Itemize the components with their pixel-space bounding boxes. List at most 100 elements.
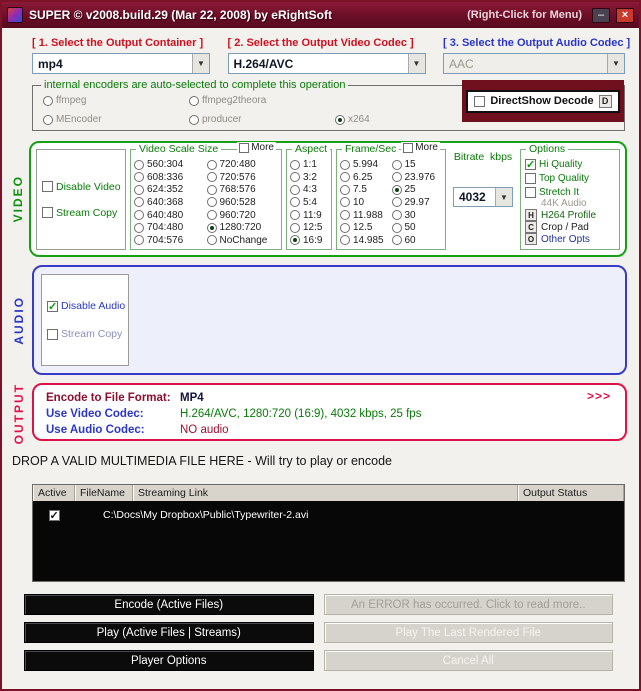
other-opts-key[interactable]: O <box>525 233 537 245</box>
chevron-down-icon[interactable]: ▼ <box>407 54 425 73</box>
encode-button[interactable]: Encode (Active Files) <box>24 594 314 616</box>
output-audio-codec-row: Use Audio Codec: NO audio <box>34 422 625 438</box>
chevron-down-icon[interactable]: ▼ <box>192 54 209 73</box>
aspect-option-11-9[interactable]: 11:9 <box>290 210 329 221</box>
title-bar[interactable]: SUPER © v2008.build.29 (Mar 22, 2008) by… <box>2 2 639 28</box>
file-list[interactable]: C:\Docs\My Dropbox\Public\Typewriter-2.a… <box>33 501 624 582</box>
output-more-arrow[interactable]: >>> <box>587 389 611 403</box>
file-row[interactable]: C:\Docs\My Dropbox\Public\Typewriter-2.a… <box>33 506 624 524</box>
quality-option-hi-quality[interactable]: Hi Quality <box>525 158 616 171</box>
option-label: 23.976 <box>404 171 436 183</box>
container-selector-label: [ 1. Select the Output Container ] <box>32 37 204 49</box>
aspect-option-4-3[interactable]: 4:3 <box>290 184 329 195</box>
cancel-all-button[interactable]: Cancel All <box>323 650 613 672</box>
container-select[interactable]: mp4 ▼ <box>32 53 210 74</box>
fps-option-10[interactable]: 10 <box>340 197 392 208</box>
scale-option-720-576[interactable]: 720:576 <box>206 172 280 183</box>
fps-option-50[interactable]: 50 <box>391 222 444 233</box>
encoder-option-x264[interactable]: x264 <box>335 114 370 125</box>
encoder-option-producer[interactable]: producer <box>189 114 335 125</box>
video-options-legend: Options <box>526 143 569 155</box>
fps-option-15[interactable]: 15 <box>391 159 444 170</box>
scale-option-720-480[interactable]: 720:480 <box>206 159 280 170</box>
header-output-status[interactable]: Output Status <box>518 485 624 502</box>
quality-option-stretch-it[interactable]: Stretch It <box>525 187 616 198</box>
minimize-button[interactable]: – <box>592 7 610 23</box>
video-codec-select[interactable]: H.264/AVC ▼ <box>227 53 426 74</box>
close-button[interactable]: × <box>616 7 634 23</box>
aspect-option-3-2[interactable]: 3:2 <box>290 172 329 183</box>
scale-option-640-480[interactable]: 640:480 <box>134 210 207 221</box>
fps-option-29.97[interactable]: 29.97 <box>391 197 444 208</box>
option-label: ffmpeg <box>56 95 87 106</box>
aspect-legend: Aspect <box>292 143 331 155</box>
encoder-column-3: x264 <box>335 95 370 125</box>
encoder-option-ffmpeg2theora[interactable]: ffmpeg2theora <box>189 95 335 106</box>
fps-option-12.5[interactable]: 12.5 <box>340 222 392 233</box>
crop-pad-button[interactable]: C Crop / Pad <box>525 221 616 233</box>
play-button[interactable]: Play (Active Files | Streams) <box>24 622 314 644</box>
file-active-checkbox[interactable] <box>48 509 60 522</box>
checkbox-indicator <box>403 142 414 153</box>
aspect-options: 1:1 3:2 4:3 5:4 11:9 12:5 16:9 <box>287 150 331 249</box>
encoder-option-ffmpeg[interactable]: ffmpeg <box>43 95 189 106</box>
scale-option-704-576[interactable]: 704:576 <box>134 235 207 246</box>
directshow-decode-button[interactable]: DirectShow Decode D <box>466 89 620 113</box>
quality-option-top-quality[interactable]: Top Quality <box>525 173 616 184</box>
play-last-button[interactable]: Play The Last Rendered File <box>323 622 613 644</box>
audio-codec-select[interactable]: AAC ▼ <box>443 53 625 74</box>
disable-video-checkbox[interactable]: Disable Video <box>42 181 125 193</box>
chevron-down-icon[interactable]: ▼ <box>495 188 512 206</box>
fps-more-checkbox[interactable]: More <box>401 142 440 153</box>
aspect-option-1-1[interactable]: 1:1 <box>290 159 329 170</box>
h264-profile-button[interactable]: H H264 Profile <box>525 209 616 221</box>
radio-indicator <box>134 197 144 208</box>
other-opts-button[interactable]: O Other Opts <box>525 233 616 245</box>
header-streaming-link[interactable]: Streaming Link <box>133 485 518 502</box>
crop-pad-key[interactable]: C <box>525 221 537 233</box>
output-side-label: OUTPUT <box>12 383 26 445</box>
scale-option-640-368[interactable]: 640:368 <box>134 197 207 208</box>
chevron-down-icon[interactable]: ▼ <box>607 54 624 73</box>
bitrate-select[interactable]: 4032 ▼ <box>453 187 513 207</box>
option-label: NoChange <box>219 234 268 246</box>
fps-option-7.5[interactable]: 7.5 <box>340 184 392 195</box>
fps-option-6.25[interactable]: 6.25 <box>340 172 392 183</box>
scale-option-768-576[interactable]: 768:576 <box>206 184 280 195</box>
scale-option-960-528[interactable]: 960:528 <box>206 197 280 208</box>
encoder-option-mencoder[interactable]: MEncoder <box>43 114 189 125</box>
scale-option-1280-720[interactable]: 1280:720 <box>206 222 280 233</box>
video-stream-copy-checkbox[interactable]: Stream Copy <box>42 207 125 219</box>
fps-option-11.988[interactable]: 11.988 <box>340 210 392 221</box>
scale-more-checkbox[interactable]: More <box>237 142 276 153</box>
aspect-option-5-4[interactable]: 5:4 <box>290 197 329 208</box>
fps-option-30[interactable]: 30 <box>391 210 444 221</box>
scale-option-624-352[interactable]: 624:352 <box>134 184 207 195</box>
scale-option-nochange[interactable]: NoChange <box>206 234 280 246</box>
player-options-button[interactable]: Player Options <box>24 650 314 672</box>
fps-option-25[interactable]: 25 <box>391 184 444 195</box>
fps-option-5.994[interactable]: 5.994 <box>340 159 392 170</box>
fps-option-23.976[interactable]: 23.976 <box>391 171 444 183</box>
radio-indicator <box>340 235 350 246</box>
directshow-key[interactable]: D <box>598 94 612 108</box>
fps-option-60[interactable]: 60 <box>391 235 444 246</box>
header-filename[interactable]: FileName <box>75 485 133 502</box>
scale-option-704-480[interactable]: 704:480 <box>134 222 207 233</box>
radio-indicator <box>134 184 144 195</box>
header-active[interactable]: Active <box>33 485 75 502</box>
error-button[interactable]: An ERROR has occurred. Click to read mor… <box>323 594 613 616</box>
option-label: 7.5 <box>353 184 367 196</box>
h264-profile-key[interactable]: H <box>525 209 537 221</box>
quality-checkboxes: Hi Quality Top Quality Stretch It <box>525 158 616 198</box>
aspect-option-12-5[interactable]: 12:5 <box>290 222 329 233</box>
radio-indicator <box>189 114 199 125</box>
audio-stream-copy-checkbox[interactable]: Stream Copy <box>47 328 128 340</box>
scale-option-608-336[interactable]: 608:336 <box>134 172 207 183</box>
scale-option-960-720[interactable]: 960:720 <box>206 210 280 221</box>
scale-option-560-304[interactable]: 560:304 <box>134 159 207 170</box>
aspect-option-16-9[interactable]: 16:9 <box>290 235 329 246</box>
fps-option-14.985[interactable]: 14.985 <box>340 235 392 246</box>
disable-audio-checkbox[interactable]: Disable Audio <box>47 300 128 313</box>
drop-zone[interactable]: DROP A VALID MULTIMEDIA FILE HERE - Will… <box>12 454 631 468</box>
